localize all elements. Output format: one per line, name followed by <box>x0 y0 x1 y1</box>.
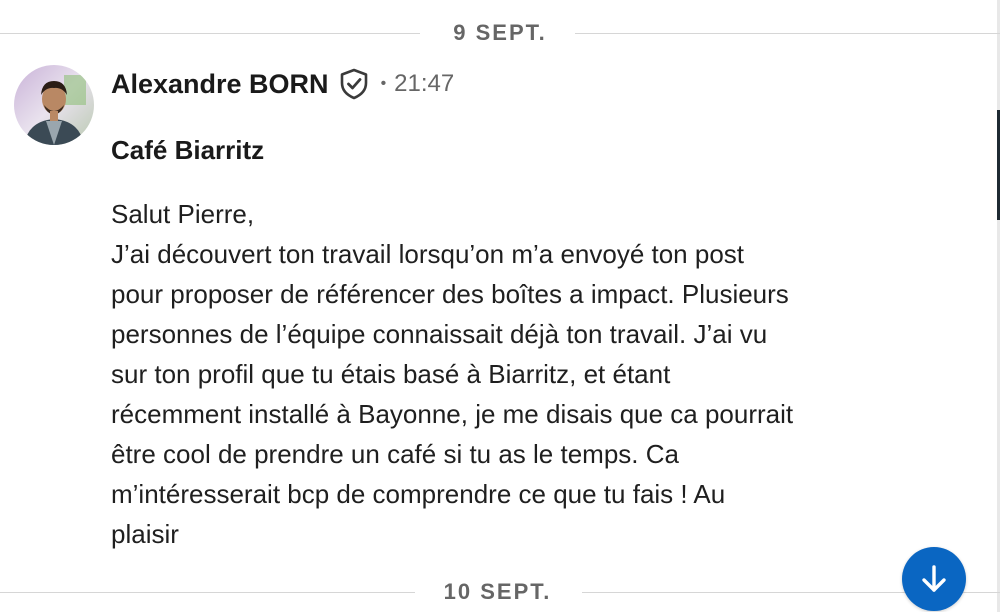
message-line: sur ton profil que tu étais basé à Biarr… <box>111 359 671 389</box>
date-divider-top: 9 SEPT. <box>0 18 1000 48</box>
scroll-to-latest-button[interactable] <box>902 547 966 611</box>
divider-line <box>575 33 1000 34</box>
divider-line <box>0 592 415 593</box>
message-line: pour proposer de référencer des boîtes a… <box>111 279 789 309</box>
message-header: Alexandre BORN • 21:47 <box>111 64 454 104</box>
divider-line <box>0 33 420 34</box>
message-thread: 9 SEPT. Alexandre BORN • 21:47 Café Biar… <box>0 0 1000 612</box>
message-line: Salut Pierre, <box>111 199 255 229</box>
message-line: être cool de prendre un café si tu as le… <box>111 439 679 469</box>
avatar[interactable] <box>14 65 94 145</box>
message-line: personnes de l’équipe connaissait déjà t… <box>111 319 768 349</box>
arrow-down-icon <box>922 565 946 592</box>
message-line: récemment installé à Bayonne, je me disa… <box>111 399 794 429</box>
sender-name[interactable]: Alexandre BORN <box>111 69 329 100</box>
message-line: plaisir <box>111 519 179 549</box>
date-label: 9 SEPT. <box>453 20 547 45</box>
separator-dot: • <box>380 75 387 92</box>
message-line: J’ai découvert ton travail lorsqu’on m’a… <box>111 239 745 269</box>
shield-check-icon <box>339 68 369 100</box>
message-subject: Café Biarritz <box>111 135 265 165</box>
message-line: m’intéresserait bcp de comprendre ce que… <box>111 479 726 509</box>
message-time: 21:47 <box>394 70 455 97</box>
date-label: 10 SEPT. <box>443 579 552 604</box>
date-divider-bottom: 10 SEPT. <box>0 577 1000 607</box>
message-body: Salut Pierre, J’ai découvert ton travail… <box>111 194 901 554</box>
